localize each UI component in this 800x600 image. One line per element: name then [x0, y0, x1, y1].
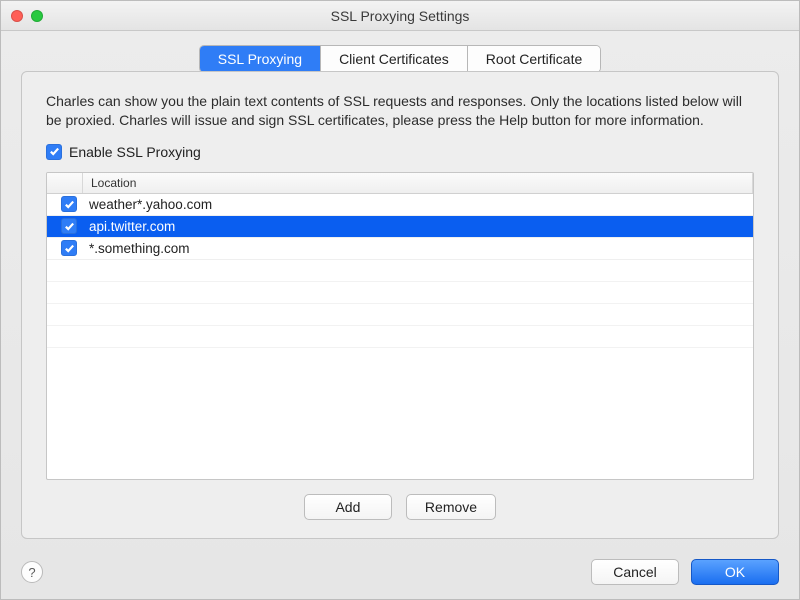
check-icon	[64, 199, 75, 210]
panel-description: Charles can show you the plain text cont…	[46, 92, 754, 130]
remove-button[interactable]: Remove	[406, 494, 496, 520]
table-row-empty	[47, 282, 753, 304]
check-icon	[64, 243, 75, 254]
enable-ssl-proxying-row[interactable]: Enable SSL Proxying	[46, 144, 754, 160]
window-title: SSL Proxying Settings	[1, 8, 799, 24]
tab-root-certificate[interactable]: Root Certificate	[468, 46, 600, 72]
locations-table: Location weather*.yahoo.com api.twitter.…	[46, 172, 754, 480]
table-row[interactable]: api.twitter.com	[47, 216, 753, 238]
settings-window: SSL Proxying Settings SSL Proxying Clien…	[0, 0, 800, 600]
column-check	[47, 173, 83, 193]
table-button-row: Add Remove	[46, 494, 754, 520]
row-location: api.twitter.com	[83, 219, 745, 234]
check-icon	[49, 146, 60, 157]
table-row[interactable]: *.something.com	[47, 238, 753, 260]
row-checkbox[interactable]	[61, 240, 77, 256]
table-header: Location	[47, 173, 753, 194]
tab-bar: SSL Proxying Client Certificates Root Ce…	[199, 45, 602, 73]
column-location[interactable]: Location	[83, 173, 753, 193]
ssl-proxying-panel: Charles can show you the plain text cont…	[21, 71, 779, 539]
ok-button[interactable]: OK	[691, 559, 779, 585]
dialog-footer: ? Cancel OK	[1, 553, 799, 599]
add-button[interactable]: Add	[304, 494, 392, 520]
row-location: *.something.com	[83, 241, 745, 256]
enable-ssl-proxying-checkbox[interactable]	[46, 144, 62, 160]
table-row-empty	[47, 260, 753, 282]
row-checkbox[interactable]	[61, 196, 77, 212]
table-row[interactable]: weather*.yahoo.com	[47, 194, 753, 216]
tab-client-certificates[interactable]: Client Certificates	[321, 46, 468, 72]
row-location: weather*.yahoo.com	[83, 197, 745, 212]
row-checkbox[interactable]	[61, 218, 77, 234]
tab-ssl-proxying[interactable]: SSL Proxying	[200, 46, 321, 72]
table-body: weather*.yahoo.com api.twitter.com *.som…	[47, 194, 753, 479]
content-area: SSL Proxying Client Certificates Root Ce…	[1, 31, 799, 553]
titlebar: SSL Proxying Settings	[1, 1, 799, 31]
help-button[interactable]: ?	[21, 561, 43, 583]
table-row-empty	[47, 326, 753, 348]
table-row-empty	[47, 304, 753, 326]
check-icon	[64, 221, 75, 232]
enable-ssl-proxying-label: Enable SSL Proxying	[69, 144, 201, 160]
cancel-button[interactable]: Cancel	[591, 559, 679, 585]
